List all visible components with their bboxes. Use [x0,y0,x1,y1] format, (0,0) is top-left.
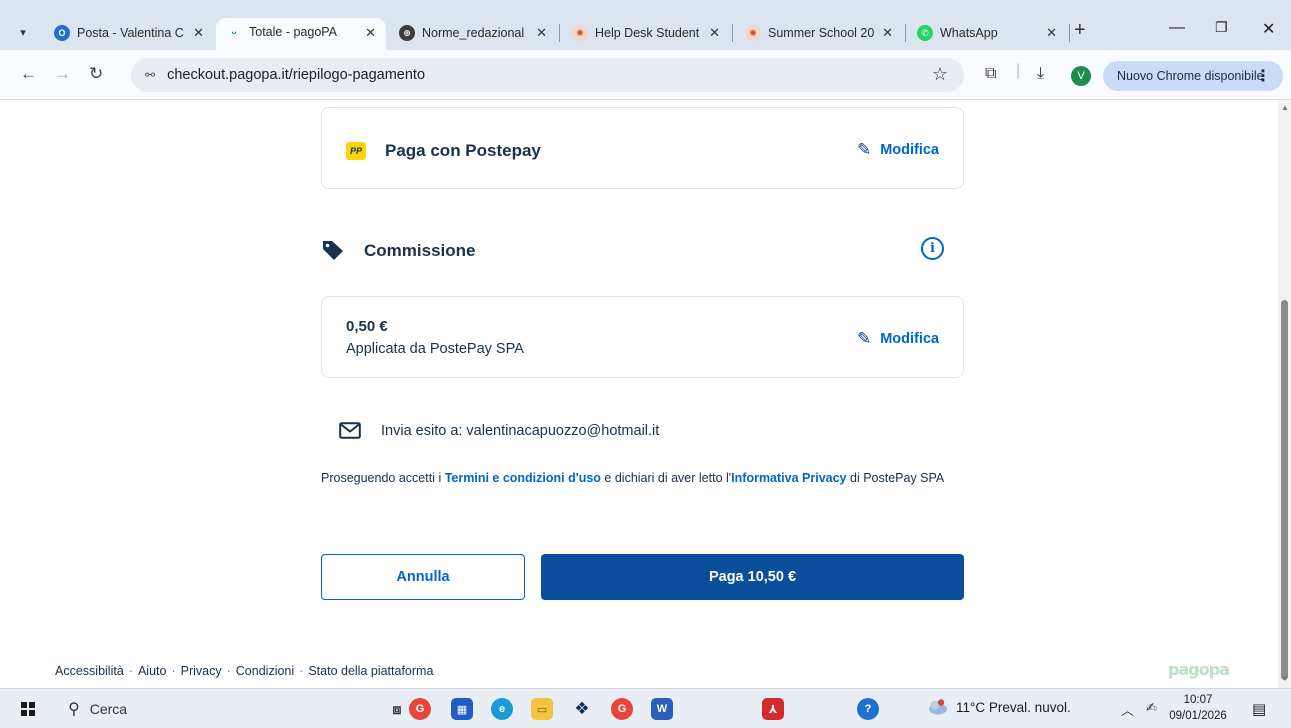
close-tab-icon[interactable]: ✕ [193,25,204,41]
download-icon[interactable]: ⤓ [1037,65,1044,83]
windows-start-icon[interactable] [21,702,35,716]
footer-link-status[interactable]: Stato della piattaforma [308,664,433,678]
page-footer: Accessibilità · Aiuto · Privacy · Condizioni · S… [55,664,434,678]
fee-amount: 0,50 € [346,318,388,335]
pencil-icon: ✎ [856,140,872,159]
task-view-icon[interactable]: ⧈ [386,698,408,720]
more-menu-icon[interactable]: ⋮ [1255,66,1271,86]
chrome-app-icon[interactable]: G [409,698,431,720]
cancel-button[interactable]: Annulla [321,554,525,600]
weather-widget[interactable]: 11°C Preval. nuvol. [926,699,1071,715]
help-app-icon[interactable]: ? [857,698,879,720]
footer-link-accessibility[interactable]: Accessibilità [55,664,124,678]
fee-card: 0,50 € Applicata da PostePay SPA ✎ Modif… [321,296,964,378]
tag-icon [323,241,343,260]
university-seal-icon: ✺ [572,25,588,41]
tab-help-desk[interactable]: ✺ Help Desk Student ✕ [562,18,730,48]
url-text: checkout.pagopa.it/riepilogo-pagamento [167,67,426,83]
whatsapp-icon: ✆ [917,25,933,41]
pencil-icon: ✎ [856,329,872,348]
tab-posta[interactable]: O Posta - Valentina C ✕ [44,18,214,48]
chrome-profile-app-icon[interactable]: G [611,698,633,720]
terms-notice: Proseguendo accetti i Termini e condizio… [321,471,945,485]
notification-icon[interactable]: ▤ [1252,700,1266,718]
windows-taskbar: ⚲ Cerca ⧈ G ▦ e ▭ ❖ G W ⅄ ? 11°C Preval.… [0,688,1291,728]
scroll-up-arrow-icon[interactable]: ▲ [1281,103,1289,112]
dropbox-icon[interactable]: ❖ [571,698,593,720]
tab-summer-school[interactable]: ✺ Summer School 20 ✕ [735,18,903,48]
terms-link[interactable]: Termini e condizioni d'uso [445,471,601,485]
reload-icon[interactable]: ↻ [89,64,103,84]
restore-icon[interactable]: ❐ [1215,19,1228,36]
pay-button[interactable]: Paga 10,50 € [541,554,964,600]
university-seal-icon: ✺ [745,25,761,41]
pagopa-favicon-icon: ᵕ [226,25,242,41]
bookmark-star-icon[interactable]: ☆ [932,64,948,85]
checkout-page: PP Paga con Postepay ✎ Modifica Commissi… [0,100,1278,688]
outlook-icon: O [54,25,70,41]
fee-title: Commissione [364,241,476,260]
tab-whatsapp[interactable]: ✆ WhatsApp ✕ [907,18,1067,48]
new-tab-plus-icon[interactable]: + [1074,19,1086,42]
tab-search-chevron-icon[interactable]: ▾ [10,21,36,43]
fee-provider: Applicata da PostePay SPA [346,341,524,357]
fee-section-header: Commissione i [321,237,964,267]
edit-payment-method-button[interactable]: ✎ Modifica [857,140,939,160]
close-tab-icon[interactable]: ✕ [882,25,893,41]
search-icon: ⚲ [68,701,80,718]
footer-link-help[interactable]: Aiuto [138,664,167,678]
cloud-icon [929,699,947,715]
pagopa-logo[interactable]: pagopa [1168,660,1230,679]
acrobat-app-icon[interactable]: ⅄ [762,698,784,720]
store-app-icon[interactable]: ▦ [451,698,473,720]
address-bar[interactable]: ⚯ checkout.pagopa.it/riepilogo-pagamento… [131,58,964,92]
profile-avatar[interactable]: V [1071,66,1091,86]
taskbar-search[interactable]: ⚲ Cerca [58,694,358,724]
edge-app-icon[interactable]: e [491,698,513,720]
close-window-icon[interactable]: ✕ [1262,19,1275,39]
postepay-logo: PP [346,142,366,160]
chevron-up-icon[interactable]: ︿ [1121,700,1134,719]
pen-icon[interactable]: ✍ [1146,700,1157,716]
footer-link-privacy[interactable]: Privacy [181,664,222,678]
edit-fee-button[interactable]: ✎ Modifica [857,329,939,349]
forward-arrow-icon[interactable]: → [54,64,71,84]
system-clock[interactable]: 10:07 09/01/2026 [1168,692,1228,724]
tab-norme[interactable]: ⊕ Norme_redazional ✕ [389,18,557,48]
payment-method-title: Paga con Postepay [385,141,541,160]
chrome-update-button[interactable]: Nuovo Chrome disponibile ⋮ [1103,61,1283,91]
extensions-puzzle-icon[interactable]: ⧉ [985,65,996,83]
email-receipt-text: Invia esito a: valentinacapuozzo@hotmail… [381,422,660,439]
scroll-down-arrow-icon[interactable]: ▼ [1281,674,1289,683]
close-tab-icon[interactable]: ✕ [365,25,376,41]
payment-method-card: PP Paga con Postepay ✎ Modifica [321,107,964,189]
envelope-icon [339,422,361,439]
info-icon[interactable]: i [921,237,944,260]
page-scrollbar[interactable]: ▲ ▼ [1278,100,1291,688]
email-receipt-row: Invia esito a: valentinacapuozzo@hotmail… [339,422,659,439]
close-tab-icon[interactable]: ✕ [709,25,720,41]
footer-link-conditions[interactable]: Condizioni [236,664,294,678]
close-tab-icon[interactable]: ✕ [1046,25,1057,41]
scrollbar-thumb[interactable] [1281,300,1288,680]
close-tab-icon[interactable]: ✕ [536,25,547,41]
globe-icon: ⊕ [399,25,415,41]
file-explorer-icon[interactable]: ▭ [531,698,553,720]
browser-toolbar: ← → ↻ ⚯ checkout.pagopa.it/riepilogo-pag… [0,50,1291,100]
privacy-link[interactable]: Informativa Privacy [731,471,846,485]
minimize-icon[interactable]: — [1169,19,1185,37]
site-settings-icon[interactable]: ⚯ [145,68,155,82]
word-app-icon[interactable]: W [651,698,673,720]
back-arrow-icon[interactable]: ← [20,64,37,84]
